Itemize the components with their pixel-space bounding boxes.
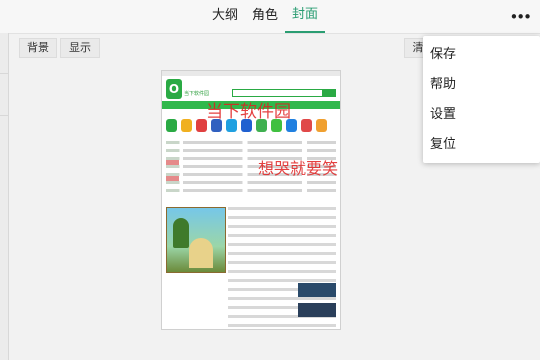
news-line xyxy=(228,252,336,255)
news-line xyxy=(228,225,336,228)
more-menu: 保存 帮助 设置 复位 xyxy=(423,36,540,163)
cover-search-box xyxy=(232,89,324,97)
tab-outline[interactable]: 大纲 xyxy=(205,0,245,33)
news-line xyxy=(228,216,336,219)
cover-top-strip xyxy=(162,71,340,76)
menu-item-save[interactable]: 保存 xyxy=(423,40,540,70)
top-bar: 大纲 角色 封面 ••• xyxy=(0,0,540,34)
app-icon xyxy=(181,119,192,132)
news-line xyxy=(228,279,336,282)
app-icon xyxy=(166,119,177,132)
cover-link-row xyxy=(166,181,336,184)
cover-link-row xyxy=(166,149,336,152)
menu-item-reset[interactable]: 复位 xyxy=(423,130,540,160)
cover-hero-picture xyxy=(166,207,226,273)
rail-divider xyxy=(0,115,8,116)
path-shape xyxy=(189,238,213,268)
site-name: 当下软件园 xyxy=(184,91,210,97)
tree-shape xyxy=(173,218,189,248)
cover-link-row xyxy=(166,189,336,192)
cover-promo-banner xyxy=(298,283,336,297)
menu-item-help[interactable]: 帮助 xyxy=(423,70,540,100)
app-icon xyxy=(316,119,327,132)
news-line xyxy=(228,297,336,300)
tab-cover[interactable]: 封面 xyxy=(285,0,326,33)
news-line xyxy=(228,207,336,210)
watermark-text: 想哭就要笑 xyxy=(258,159,339,178)
left-rail xyxy=(0,33,9,360)
tab-bar: 大纲 角色 封面 xyxy=(205,0,326,33)
cover-promo-banner xyxy=(298,303,336,317)
menu-item-settings[interactable]: 设置 xyxy=(423,100,540,130)
news-line xyxy=(228,270,336,273)
display-button[interactable]: 显示 xyxy=(60,38,100,58)
cover-link-row xyxy=(166,141,336,144)
news-line xyxy=(228,243,336,246)
cover-search-button xyxy=(322,89,336,97)
tab-characters[interactable]: 角色 xyxy=(245,0,285,33)
cover-image: O 当下软件园 当下软件园 想哭就要笑 xyxy=(161,70,341,330)
more-dots-icon[interactable]: ••• xyxy=(509,8,532,26)
rail-divider xyxy=(0,73,8,74)
app-icon xyxy=(301,119,312,132)
news-line xyxy=(228,234,336,237)
watermark-text: 当下软件园 xyxy=(206,102,291,122)
background-button[interactable]: 背景 xyxy=(19,38,57,58)
news-line xyxy=(228,261,336,264)
site-logo: O xyxy=(166,79,182,99)
news-line xyxy=(228,324,336,327)
